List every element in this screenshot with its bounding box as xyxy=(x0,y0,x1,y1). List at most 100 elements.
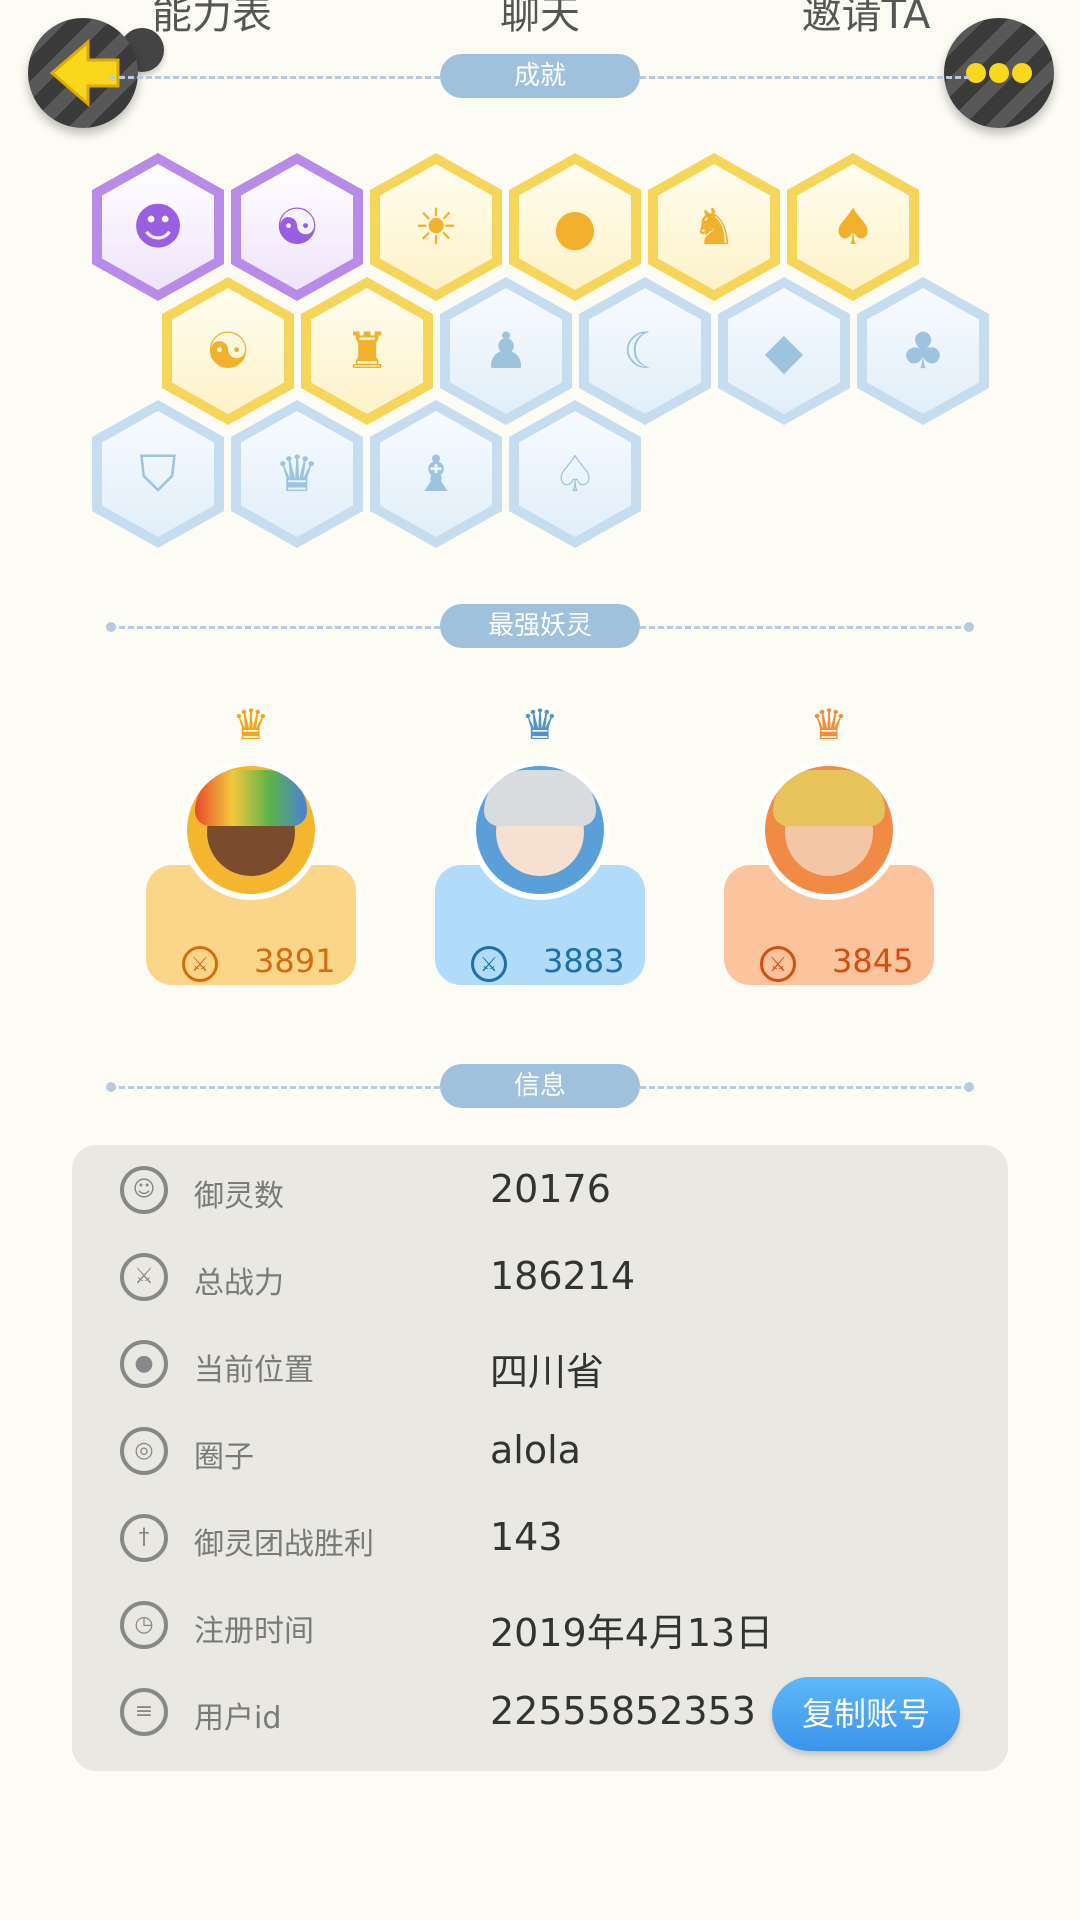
divider-right xyxy=(640,1086,970,1089)
avatar-hair xyxy=(484,770,596,826)
divider-left xyxy=(110,626,440,629)
achievement-hex-inner: ♣ xyxy=(867,288,979,414)
info-label: 注册时间 xyxy=(194,1614,314,1649)
info-panel: ☺ 御灵数 20176 ⚔ 总战力 186214 ● 当前位置 四川省 ◎ 圈子… xyxy=(72,1145,1008,1771)
achievement-hex-inner: ◆ xyxy=(728,288,840,414)
achievement-badge[interactable]: ♛ xyxy=(231,400,363,548)
spirit-card-2[interactable]: ♛ ⚔ 3883 xyxy=(435,700,645,990)
spirit-power: 3883 xyxy=(543,942,625,980)
section-header-strongest: 最强妖灵 xyxy=(0,604,1080,650)
yin-yang-orb-icon: ☯ xyxy=(274,198,320,256)
achievement-hex-inner: ♟ xyxy=(450,288,562,414)
sword-icon: ⚔ xyxy=(760,946,796,982)
shield-icon: ⛉ xyxy=(139,445,177,503)
crown-icon: ♛ xyxy=(232,700,270,749)
info-value: alola xyxy=(490,1428,581,1472)
achievement-hex: ♝ xyxy=(370,400,502,548)
info-label: 御灵数 xyxy=(194,1179,284,1214)
demon-face-icon: ☻ xyxy=(131,198,185,256)
achievement-hex-inner: ☀ xyxy=(380,164,492,290)
info-label: 总战力 xyxy=(194,1266,284,1301)
cat-cart-icon: ♞ xyxy=(691,198,737,256)
achievement-hex-inner: ♝ xyxy=(380,411,492,537)
spirit-count-icon: ☺ xyxy=(120,1166,168,1214)
sword-icon: ⚔ xyxy=(120,1253,168,1301)
achievement-hex-inner: ☻ xyxy=(102,164,214,290)
spirit-power: 3891 xyxy=(254,942,336,980)
egg-icon: ● xyxy=(553,198,597,256)
info-row-circle: ◎ 圈子 alola xyxy=(72,1416,1008,1486)
info-row-spirit-count: ☺ 御灵数 20176 xyxy=(72,1155,1008,1225)
divider-dot-right xyxy=(964,622,974,632)
info-label: 当前位置 xyxy=(194,1353,314,1388)
location-pin-icon: ● xyxy=(120,1340,168,1388)
divider-right xyxy=(640,76,970,79)
divider-left xyxy=(110,76,440,79)
info-value: 143 xyxy=(490,1515,563,1559)
info-row-register-time: ◷ 注册时间 2019年4月13日 xyxy=(72,1590,1008,1660)
achievement-badge[interactable]: ♤ xyxy=(509,400,641,548)
tab-chat[interactable]: 聊天 xyxy=(500,0,580,40)
achievement-hex-inner: ♞ xyxy=(658,164,770,290)
clock-icon: ◷ xyxy=(120,1601,168,1649)
info-value: 22555852353 xyxy=(490,1689,756,1733)
achievement-hex-inner: ♤ xyxy=(519,411,631,537)
achievement-hex-inner: ☯ xyxy=(172,288,284,414)
spirit-card-3[interactable]: ♛ ⚔ 3845 xyxy=(724,700,934,990)
top-tab-bar: 能力表 聊天 邀请TA xyxy=(0,0,1080,38)
divider-left xyxy=(110,1086,440,1089)
dragon-icon: ♜ xyxy=(344,322,390,380)
tab-invite[interactable]: 邀请TA xyxy=(802,0,931,40)
tab-abilities[interactable]: 能力表 xyxy=(152,0,272,40)
achievement-badge[interactable]: ♣ xyxy=(857,277,989,425)
cat-statue-icon: ♝ xyxy=(413,445,459,503)
fox-book-icon: ♤ xyxy=(552,445,598,503)
id-card-icon: ≡ xyxy=(120,1688,168,1736)
info-value: 2019年4月13日 xyxy=(490,1611,774,1655)
info-row-team-wins: † 御灵团战胜利 143 xyxy=(72,1503,1008,1573)
achievement-hex-inner: ♜ xyxy=(311,288,423,414)
achievement-badge[interactable]: ⛉ xyxy=(92,400,224,548)
achievement-badge[interactable]: ◆ xyxy=(718,277,850,425)
info-row-total-power: ⚔ 总战力 186214 xyxy=(72,1242,1008,1312)
info-row-location: ● 当前位置 四川省 xyxy=(72,1329,1008,1399)
section-title-achievements: 成就 xyxy=(440,54,640,98)
info-row-user-id: ≡ 用户id 22555852353 复制账号 xyxy=(72,1677,1008,1751)
sun-tree-icon: ☀ xyxy=(413,198,459,256)
achievement-hex: ♣ xyxy=(857,277,989,425)
trophy-sword-icon: † xyxy=(120,1514,168,1562)
crown-icon: ♛ xyxy=(521,700,559,749)
sword-icon: ⚔ xyxy=(182,946,218,982)
info-label: 用户id xyxy=(194,1701,282,1736)
spirit-card-1[interactable]: ♛ ⚔ 3891 xyxy=(146,700,356,990)
section-title-strongest: 最强妖灵 xyxy=(440,604,640,648)
fox-balloon-icon: ♠ xyxy=(830,198,876,256)
achievement-hex-inner: ♠ xyxy=(797,164,909,290)
achievement-hex: ♤ xyxy=(509,400,641,548)
sneaker-icon: ♟ xyxy=(483,322,529,380)
achievement-hex: ◆ xyxy=(718,277,850,425)
achievement-badge[interactable]: ♝ xyxy=(370,400,502,548)
yin-yang-book-icon: ☯ xyxy=(205,322,251,380)
copy-account-button[interactable]: 复制账号 xyxy=(772,1677,960,1751)
crystal-icon: ◆ xyxy=(764,322,804,380)
avatar xyxy=(181,760,321,900)
achievement-hex-inner: ☯ xyxy=(241,164,353,290)
achievement-hex-inner: ♛ xyxy=(241,411,353,537)
achievement-hex-inner: ☾ xyxy=(589,288,701,414)
avatar xyxy=(470,760,610,900)
avatar-hair xyxy=(773,770,885,826)
avatar-crest xyxy=(195,770,307,826)
avatar xyxy=(759,760,899,900)
achievement-hex-inner: ● xyxy=(519,164,631,290)
info-value: 四川省 xyxy=(490,1350,605,1394)
divider-right xyxy=(640,626,970,629)
info-label: 圈子 xyxy=(194,1440,254,1475)
info-value: 20176 xyxy=(490,1167,611,1211)
achievement-hex: ♛ xyxy=(231,400,363,548)
achievement-hex-inner: ⛉ xyxy=(102,411,214,537)
section-title-info: 信息 xyxy=(440,1064,640,1108)
circle-target-icon: ◎ xyxy=(120,1427,168,1475)
sprite-icon: ♣ xyxy=(900,322,946,380)
crown-icon: ♛ xyxy=(810,700,848,749)
